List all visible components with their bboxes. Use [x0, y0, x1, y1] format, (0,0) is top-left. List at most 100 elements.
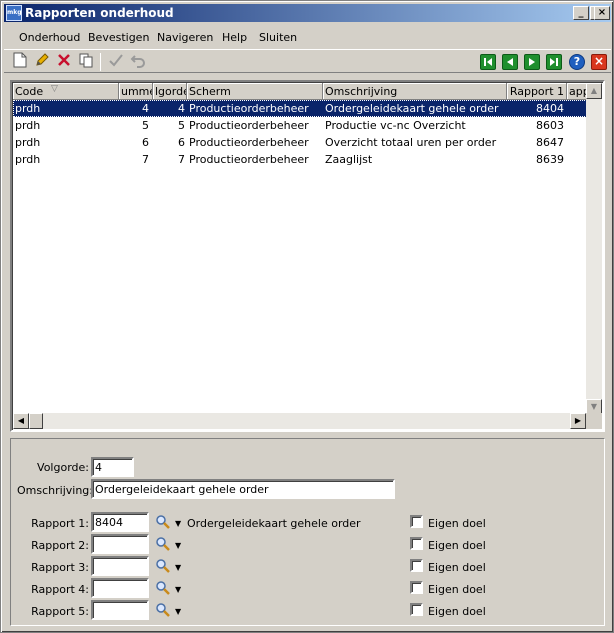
next-record-icon[interactable] [524, 54, 540, 70]
cell-scherm: Productieorderbeheer [189, 153, 309, 166]
column-header-nummer[interactable]: ummer [119, 83, 153, 100]
column-header-rapport2[interactable]: appo [567, 83, 588, 100]
app-logo-icon: mkg [6, 5, 22, 21]
previous-record-icon[interactable] [502, 54, 518, 70]
eigen-doel-2-checkbox[interactable] [410, 537, 423, 550]
menu-bar: Onderhoud Bevestigen Navigeren Help Slui… [4, 27, 611, 47]
rapport-3-label: Rapport 3: [31, 561, 89, 574]
vertical-scrollbar[interactable]: ▲ ▼ [586, 83, 602, 415]
menu-navigeren[interactable]: Navigeren [157, 31, 213, 44]
cell-rapport1: 8639 [536, 153, 564, 166]
magnifier-icon[interactable] [155, 602, 171, 618]
last-record-icon[interactable] [546, 54, 562, 70]
reports-grid[interactable]: Code ▽ ummer lgorde Scherm Omschrijving … [10, 80, 605, 432]
eigen-doel-3-checkbox[interactable] [410, 559, 423, 572]
eigen-doel-5-checkbox[interactable] [410, 603, 423, 616]
magnifier-icon[interactable] [155, 536, 171, 552]
column-header-volgorde[interactable]: lgorde [153, 83, 187, 100]
cell-volgorde: 7 [178, 153, 185, 166]
chevron-down-icon[interactable]: ▼ [175, 563, 181, 572]
magnifier-icon[interactable] [155, 514, 171, 530]
menu-help[interactable]: Help [222, 31, 247, 44]
rapport-1-label: Rapport 1: [31, 517, 89, 530]
cell-code: prdh [15, 153, 41, 166]
cell-omschrijving: Ordergeleidekaart gehele order [325, 102, 499, 115]
eigen-doel-5-label: Eigen doel [428, 605, 486, 618]
chevron-down-icon[interactable]: ▼ [175, 541, 181, 550]
close-icon[interactable]: × [591, 54, 607, 70]
first-record-icon[interactable] [480, 54, 496, 70]
cell-nummer: 4 [142, 102, 149, 115]
scrollbar-corner [586, 413, 602, 429]
omschrijving-field[interactable]: Ordergeleidekaart gehele order [91, 479, 395, 499]
eigen-doel-1-label: Eigen doel [428, 517, 486, 530]
volgorde-field[interactable]: 4 [91, 457, 134, 477]
cell-scherm: Productieorderbeheer [189, 136, 309, 149]
table-row[interactable]: prdh 7 7 Productieorderbeheer Zaaglijst … [13, 151, 587, 168]
omschrijving-label: Omschrijving: [17, 484, 93, 497]
table-row[interactable]: prdh 6 6 Productieorderbeheer Overzicht … [13, 134, 587, 151]
rapport-4-label: Rapport 4: [31, 583, 89, 596]
close-window-button[interactable]: × [594, 6, 610, 20]
magnifier-icon[interactable] [155, 558, 171, 574]
cell-nummer: 6 [142, 136, 149, 149]
application-window: mkg Rapporten onderhoud _ □ × Onderhoud … [0, 0, 614, 633]
rapport-5-label: Rapport 5: [31, 605, 89, 618]
scroll-left-icon[interactable]: ◀ [13, 413, 29, 429]
help-icon[interactable]: ? [569, 54, 585, 70]
table-row[interactable]: prdh 5 5 Productieorderbeheer Productie … [13, 117, 587, 134]
undo-icon[interactable] [128, 52, 148, 72]
menu-sluiten[interactable]: Sluiten [259, 31, 297, 44]
edit-pencil-icon[interactable] [32, 52, 52, 72]
rapport-2-field[interactable] [91, 534, 149, 554]
eigen-doel-2-label: Eigen doel [428, 539, 486, 552]
minimize-button[interactable]: _ [573, 6, 589, 20]
rapport-4-field[interactable] [91, 578, 149, 598]
volgorde-label: Volgorde: [37, 461, 89, 474]
eigen-doel-1-checkbox[interactable] [410, 515, 423, 528]
magnifier-icon[interactable] [155, 580, 171, 596]
cell-volgorde: 5 [178, 119, 185, 132]
cell-rapport1: 8647 [536, 136, 564, 149]
chevron-down-icon[interactable]: ▼ [175, 519, 181, 528]
column-header-rapport1[interactable]: Rapport 1 [507, 83, 567, 100]
grid-header: Code ▽ ummer lgorde Scherm Omschrijving … [13, 83, 602, 100]
table-row[interactable]: prdh 4 4 Productieorderbeheer Ordergelei… [13, 100, 587, 117]
scroll-right-icon[interactable]: ▶ [570, 413, 586, 429]
column-header-omschrijving[interactable]: Omschrijving [323, 83, 507, 100]
column-header-scherm[interactable]: Scherm [187, 83, 323, 100]
chevron-down-icon[interactable]: ▼ [175, 585, 181, 594]
horizontal-scrollbar[interactable]: ◀ ▶ [13, 413, 586, 429]
rapport-1-field[interactable]: 8404 [91, 512, 149, 532]
column-header-code-label: Code [15, 85, 44, 98]
column-header-code[interactable]: Code ▽ [13, 83, 119, 100]
cell-omschrijving: Zaaglijst [325, 153, 373, 166]
scroll-up-icon[interactable]: ▲ [586, 83, 602, 99]
cell-volgorde: 6 [178, 136, 185, 149]
new-document-icon[interactable] [10, 52, 30, 72]
menu-onderhoud[interactable]: Onderhoud [19, 31, 80, 44]
toolbar-separator [100, 53, 101, 71]
title-bar[interactable]: mkg Rapporten onderhoud _ □ × [4, 4, 611, 22]
cell-nummer: 7 [142, 153, 149, 166]
copy-icon[interactable] [76, 52, 96, 72]
delete-x-icon[interactable] [54, 52, 74, 72]
menu-bevestigen[interactable]: Bevestigen [88, 31, 149, 44]
toolbar: ? × [4, 49, 611, 73]
window-title: Rapporten onderhoud [25, 6, 174, 20]
cell-rapport1: 8603 [536, 119, 564, 132]
cell-rapport1: 8404 [536, 102, 564, 115]
eigen-doel-4-checkbox[interactable] [410, 581, 423, 594]
detail-form: Volgorde: 4 Omschrijving: Ordergeleideka… [10, 438, 605, 626]
cell-nummer: 5 [142, 119, 149, 132]
rapport-2-label: Rapport 2: [31, 539, 89, 552]
rapport-1-description: Ordergeleidekaart gehele order [187, 517, 361, 530]
cell-scherm: Productieorderbeheer [189, 119, 309, 132]
horizontal-scroll-thumb[interactable] [29, 413, 43, 429]
cell-volgorde: 4 [178, 102, 185, 115]
chevron-down-icon[interactable]: ▼ [175, 607, 181, 616]
rapport-5-field[interactable] [91, 600, 149, 620]
rapport-3-field[interactable] [91, 556, 149, 576]
confirm-check-icon[interactable] [106, 52, 126, 72]
cell-code: prdh [15, 119, 41, 132]
